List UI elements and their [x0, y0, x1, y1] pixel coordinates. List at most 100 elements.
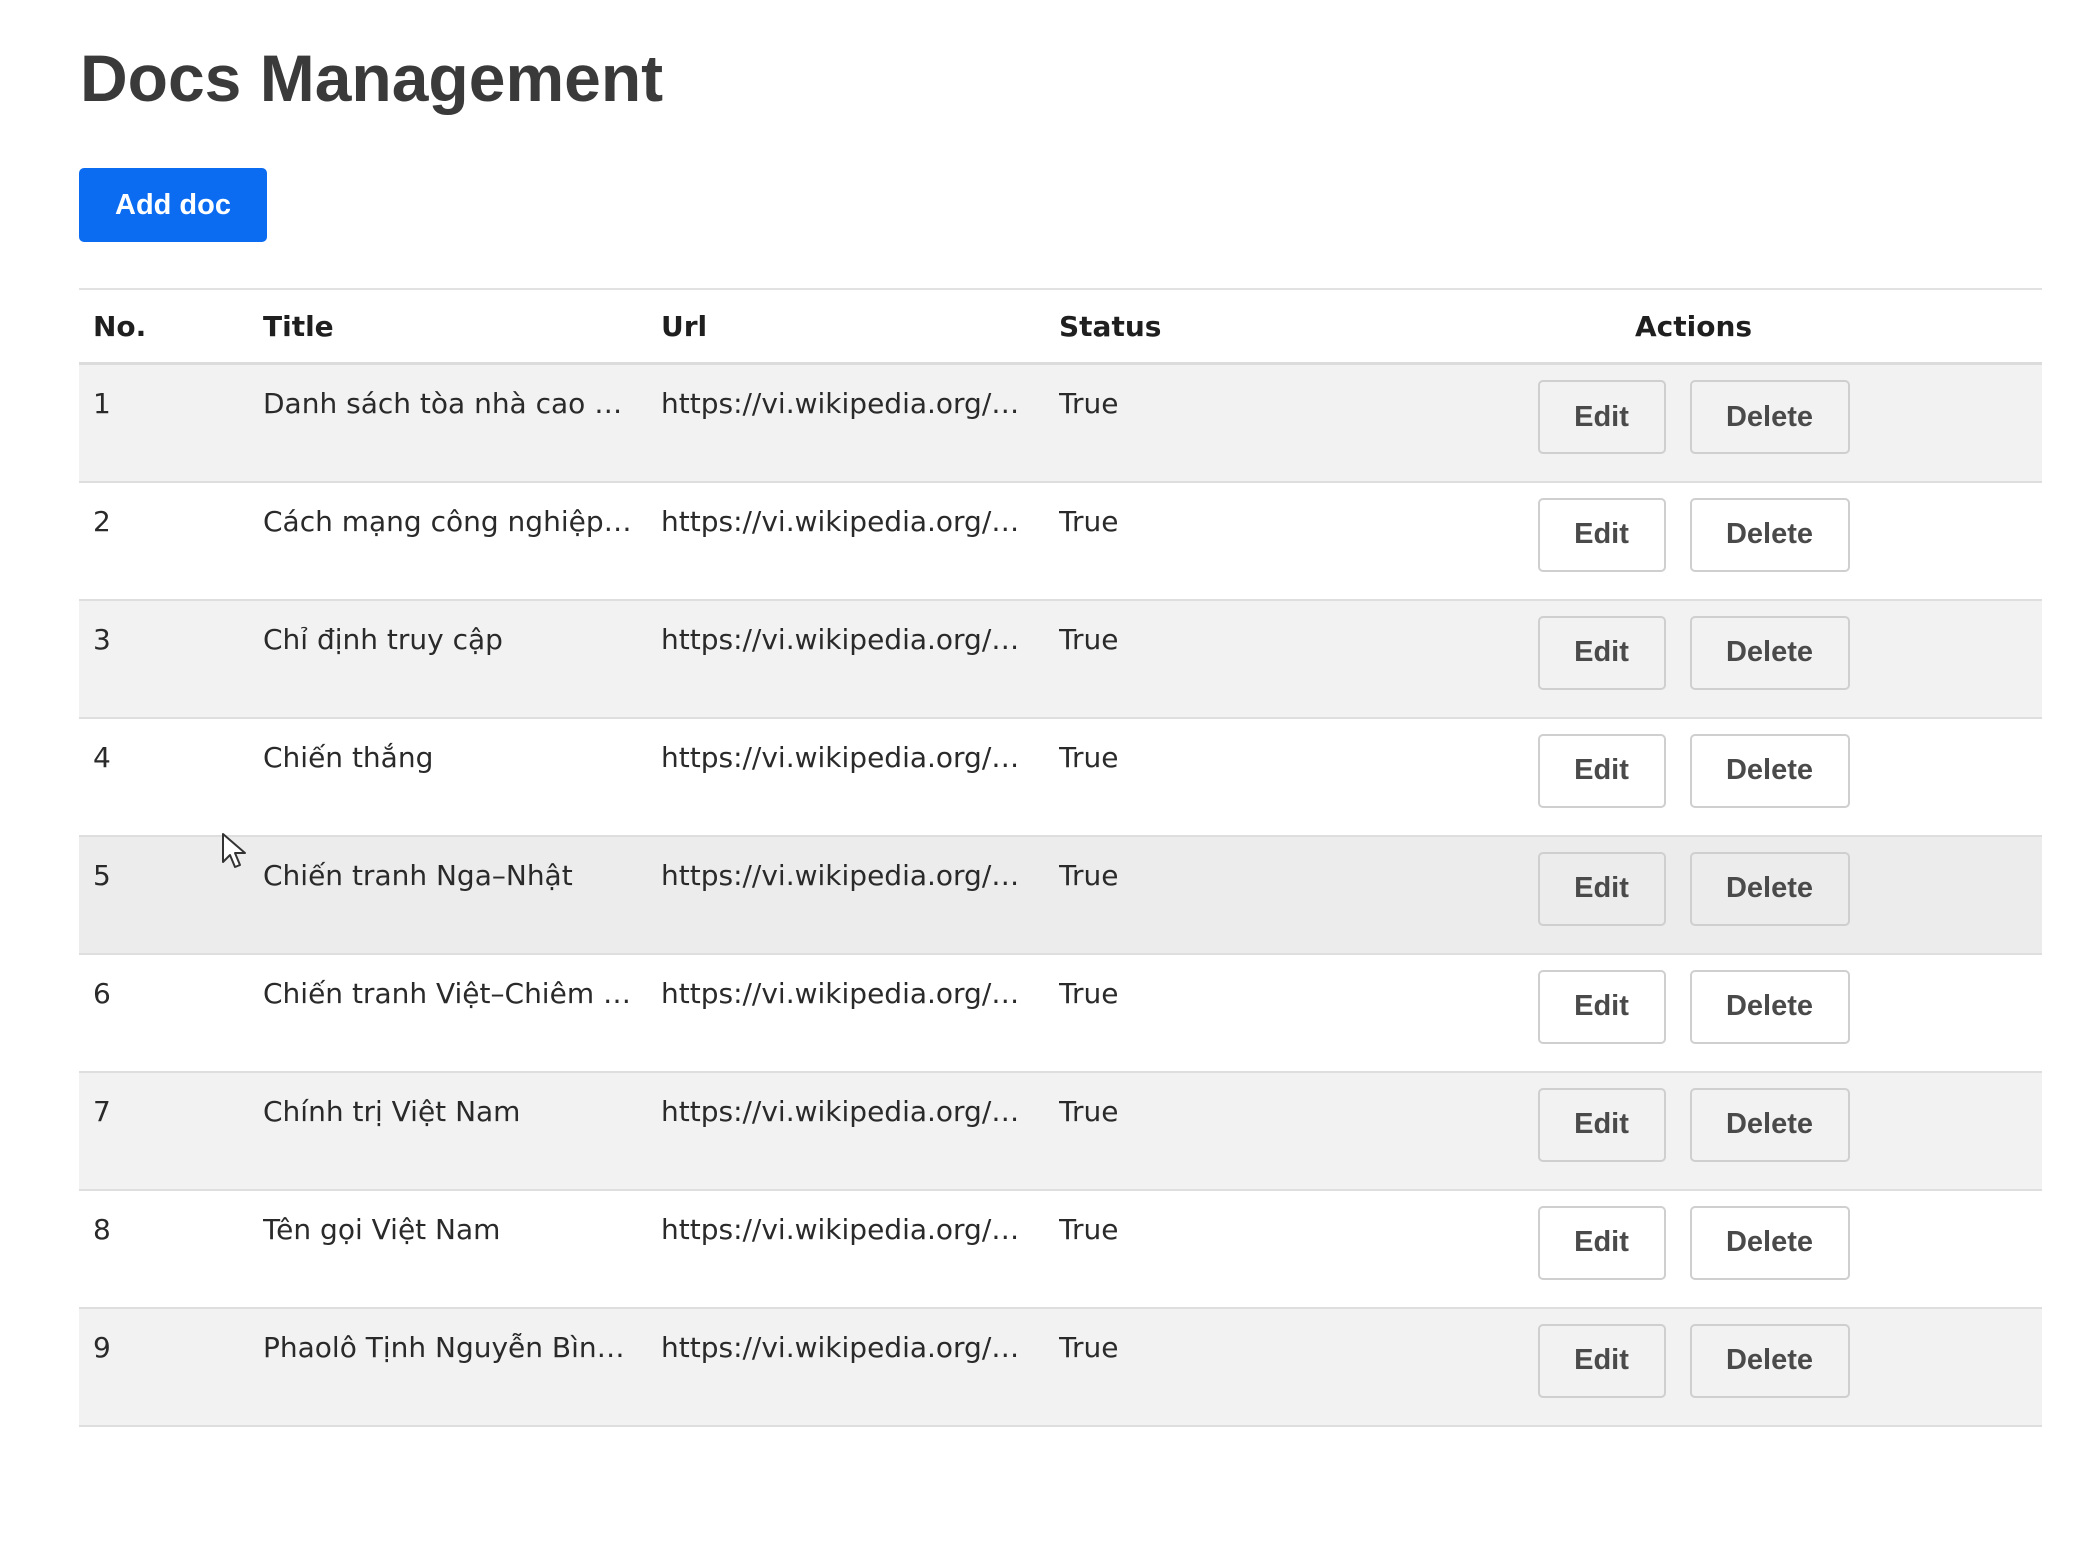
- row-number-cell: 2: [79, 482, 249, 600]
- row-number: 8: [93, 1212, 111, 1246]
- column-header-status: Status: [1045, 290, 1345, 365]
- row-status-cell: True: [1045, 1308, 1345, 1426]
- delete-button[interactable]: Delete: [1689, 1087, 1850, 1162]
- column-header-title: Title: [249, 290, 647, 365]
- row-url-cell: https://vi.wikipedia.org/wiki…: [647, 1190, 1045, 1308]
- column-header-url: Url: [647, 290, 1045, 365]
- row-number: 4: [93, 740, 111, 774]
- row-url-cell: https://vi.wikipedia.org/wiki…: [647, 364, 1045, 482]
- row-title-cell: Chỉ định truy cập: [249, 600, 647, 718]
- row-title-cell: Cách mạng công nghiệp lầ…: [249, 482, 647, 600]
- row-status: True: [1059, 976, 1119, 1010]
- row-actions-cell: Edit Delete: [1345, 954, 2042, 1072]
- delete-button[interactable]: Delete: [1689, 733, 1850, 808]
- row-status-cell: True: [1045, 836, 1345, 954]
- row-url-cell: https://vi.wikipedia.org/wiki…: [647, 482, 1045, 600]
- row-url-cell: https://vi.wikipedia.org/wiki…: [647, 1072, 1045, 1190]
- delete-button[interactable]: Delete: [1689, 969, 1850, 1044]
- row-status: True: [1059, 387, 1119, 420]
- edit-button[interactable]: Edit: [1537, 615, 1666, 690]
- row-number-cell: 1: [79, 364, 249, 482]
- table-row: 7 Chính trị Việt Nam https://vi.wikipedia.…: [79, 1071, 2042, 1190]
- row-title: Cách mạng công nghiệp lầ…: [263, 504, 633, 538]
- row-actions-cell: Edit Delete: [1345, 1190, 2042, 1308]
- column-header-no: No.: [79, 290, 249, 365]
- edit-button[interactable]: Edit: [1537, 1205, 1666, 1280]
- row-title: Chiến thắng: [263, 740, 434, 774]
- edit-button[interactable]: Edit: [1537, 733, 1666, 808]
- row-status: True: [1059, 1094, 1119, 1128]
- row-status: True: [1059, 1330, 1119, 1364]
- row-actions-cell: Edit Delete: [1345, 364, 2042, 482]
- docs-table: No. Title Url Status Actions 1 Danh sách …: [79, 290, 2042, 1427]
- table-header-row: No. Title Url Status Actions: [79, 290, 2042, 365]
- row-actions-cell: Edit Delete: [1345, 1072, 2042, 1190]
- row-status-cell: True: [1045, 364, 1345, 482]
- row-url-cell: https://vi.wikipedia.org/wiki…: [647, 954, 1045, 1072]
- row-number: 7: [93, 1094, 111, 1128]
- row-actions-cell: Edit Delete: [1345, 1308, 2042, 1426]
- table-row: 3 Chỉ định truy cập https://vi.wikipedia.o…: [79, 599, 2042, 718]
- add-doc-button[interactable]: Add doc: [79, 168, 267, 242]
- row-title-cell: Chiến tranh Nga–Nhật: [249, 836, 647, 954]
- row-actions-cell: Edit Delete: [1345, 718, 2042, 836]
- row-url-cell: https://vi.wikipedia.org/wiki…: [647, 1308, 1045, 1426]
- row-url: https://vi.wikipedia.org/wiki…: [661, 387, 1031, 420]
- table-row: 5 Chiến tranh Nga–Nhật https://vi.wikipedi…: [79, 835, 2042, 954]
- delete-button[interactable]: Delete: [1689, 851, 1850, 926]
- row-status-cell: True: [1045, 718, 1345, 836]
- row-url: https://vi.wikipedia.org/wiki…: [661, 1330, 1031, 1364]
- row-status: True: [1059, 622, 1119, 656]
- row-number: 9: [93, 1330, 111, 1364]
- row-title-cell: Danh sách tòa nhà cao nhất…: [249, 364, 647, 482]
- row-url: https://vi.wikipedia.org/wiki…: [661, 858, 1031, 892]
- row-number-cell: 6: [79, 954, 249, 1072]
- delete-button[interactable]: Delete: [1689, 615, 1850, 690]
- edit-button[interactable]: Edit: [1537, 497, 1666, 572]
- edit-button[interactable]: Edit: [1537, 851, 1666, 926]
- row-number: 6: [93, 976, 111, 1010]
- row-url: https://vi.wikipedia.org/wiki…: [661, 504, 1031, 538]
- row-url: https://vi.wikipedia.org/wiki…: [661, 740, 1031, 774]
- row-title: Chỉ định truy cập: [263, 622, 503, 656]
- table-row: 1 Danh sách tòa nhà cao nhất… https://vi.w…: [79, 363, 2042, 482]
- row-number: 5: [93, 858, 111, 892]
- row-url-cell: https://vi.wikipedia.org/wiki…: [647, 600, 1045, 718]
- delete-button[interactable]: Delete: [1689, 1205, 1850, 1280]
- edit-button[interactable]: Edit: [1537, 380, 1666, 454]
- docs-table-container: No. Title Url Status Actions 1 Danh sách …: [79, 288, 2042, 1427]
- table-row: 2 Cách mạng công nghiệp lầ… https://vi.wik…: [79, 481, 2042, 600]
- row-title-cell: Chính trị Việt Nam: [249, 1072, 647, 1190]
- table-body: 1 Danh sách tòa nhà cao nhất… https://vi.w…: [79, 363, 2042, 1426]
- table-row: 4 Chiến thắng https://vi.wikipedia.org/wik…: [79, 717, 2042, 836]
- row-number-cell: 8: [79, 1190, 249, 1308]
- row-title-cell: Tên gọi Việt Nam: [249, 1190, 647, 1308]
- row-number-cell: 4: [79, 718, 249, 836]
- edit-button[interactable]: Edit: [1537, 1087, 1666, 1162]
- row-status: True: [1059, 858, 1119, 892]
- row-title: Chính trị Việt Nam: [263, 1094, 521, 1128]
- row-actions-cell: Edit Delete: [1345, 600, 2042, 718]
- column-header-actions: Actions: [1345, 290, 2042, 365]
- row-status: True: [1059, 740, 1119, 774]
- row-title: Tên gọi Việt Nam: [263, 1212, 501, 1246]
- row-status-cell: True: [1045, 600, 1345, 718]
- mouse-pointer-icon: [222, 833, 246, 868]
- delete-button[interactable]: Delete: [1689, 380, 1850, 454]
- table-row: 9 Phaolô Tịnh Nguyễn Bình Tĩ… https://vi.w…: [79, 1307, 2042, 1426]
- row-status: True: [1059, 1212, 1119, 1246]
- delete-button[interactable]: Delete: [1689, 1323, 1850, 1398]
- row-status-cell: True: [1045, 954, 1345, 1072]
- delete-button[interactable]: Delete: [1689, 497, 1850, 572]
- row-title-cell: Phaolô Tịnh Nguyễn Bình Tĩ…: [249, 1308, 647, 1426]
- row-number: 2: [93, 504, 111, 538]
- row-status: True: [1059, 504, 1119, 538]
- edit-button[interactable]: Edit: [1537, 1323, 1666, 1398]
- edit-button[interactable]: Edit: [1537, 969, 1666, 1044]
- row-number: 3: [93, 622, 111, 656]
- row-url: https://vi.wikipedia.org/wiki…: [661, 1212, 1031, 1246]
- row-number-cell: 7: [79, 1072, 249, 1190]
- row-url-cell: https://vi.wikipedia.org/wiki…: [647, 718, 1045, 836]
- row-title: Chiến tranh Nga–Nhật: [263, 858, 573, 892]
- row-number-cell: 9: [79, 1308, 249, 1426]
